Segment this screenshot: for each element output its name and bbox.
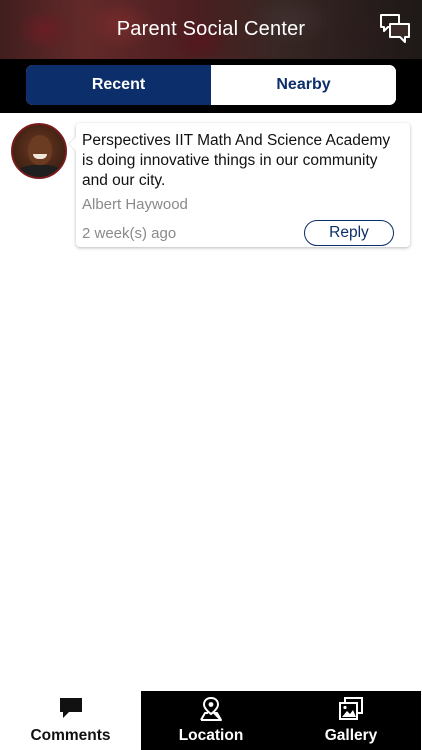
- reply-button[interactable]: Reply: [304, 220, 394, 246]
- nav-gallery-label: Gallery: [324, 727, 378, 744]
- nav-gallery[interactable]: Gallery: [281, 691, 421, 750]
- nav-comments-label: Comments: [30, 727, 111, 744]
- tab-recent-label: Recent: [91, 76, 146, 93]
- comment-icon: [59, 698, 82, 718]
- avatar-face: [28, 135, 52, 165]
- tab-recent[interactable]: Recent: [26, 65, 211, 105]
- comment-author: Albert Haywood: [82, 196, 188, 213]
- chat-bubbles-icon[interactable]: [378, 12, 412, 46]
- page-title: Parent Social Center: [116, 18, 306, 40]
- comment-timestamp: 2 week(s) ago: [82, 225, 177, 242]
- avatar[interactable]: [11, 123, 67, 179]
- segmented-control: Recent Nearby: [26, 65, 396, 105]
- nav-location[interactable]: Location: [141, 691, 281, 750]
- gallery-icon: [339, 697, 363, 720]
- tab-nearby-label: Nearby: [276, 76, 331, 93]
- bottom-nav: Comments Location Gallery: [0, 691, 422, 750]
- comment-text: Perspectives IIT Math And Science Academ…: [82, 132, 391, 189]
- nav-comments[interactable]: Comments: [0, 691, 141, 750]
- avatar-shirt: [17, 165, 63, 177]
- header: Parent Social Center: [0, 0, 422, 59]
- map-pin-icon: [200, 696, 222, 721]
- nav-location-label: Location: [178, 727, 244, 744]
- tab-bar: Recent Nearby: [0, 59, 422, 113]
- tab-nearby[interactable]: Nearby: [211, 65, 396, 105]
- comment-bubble: Perspectives IIT Math And Science Academ…: [76, 123, 410, 247]
